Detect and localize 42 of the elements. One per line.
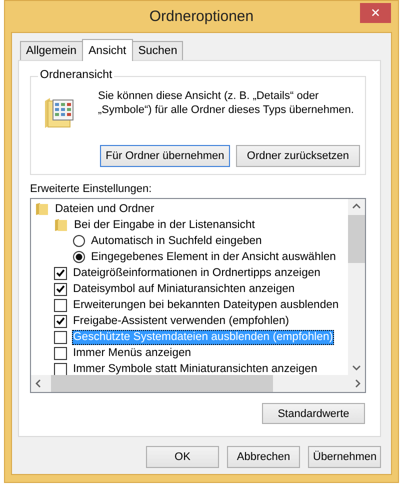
scroll-up-icon[interactable] xyxy=(352,203,361,209)
folder-icon xyxy=(35,202,49,216)
close-button[interactable]: ✕ xyxy=(360,3,391,23)
scroll-down-icon[interactable] xyxy=(352,365,361,371)
push-button[interactable]: Für Ordner übernehmen xyxy=(100,145,230,167)
folder-icon xyxy=(54,218,68,232)
description-text: Sie können diese Ansicht (z. B. „Details“ oder „Symbole“) für alle Ordner dieses Typs übernehmen. xyxy=(98,89,355,117)
dialog-button[interactable]: Übernehmen xyxy=(308,446,381,468)
setting-item[interactable]: Freigabe-Assistent verwenden (empfohlen) xyxy=(72,314,290,328)
tab[interactable]: Allgemein xyxy=(20,41,82,60)
restore-defaults-button[interactable]: Standardwerte xyxy=(262,403,365,424)
window-title: Ordneroptionen xyxy=(149,8,254,25)
checkbox[interactable] xyxy=(54,298,67,312)
tab[interactable]: Ansicht xyxy=(82,39,134,61)
setting-item[interactable]: Dateien und Ordner xyxy=(54,202,156,216)
setting-item[interactable]: Automatisch in Suchfeld eingeben xyxy=(90,234,263,248)
dialog-button[interactable]: Abbrechen xyxy=(227,446,300,468)
push-button[interactable]: Ordner zurücksetzen xyxy=(236,145,360,167)
tab[interactable]: Suchen xyxy=(132,41,184,60)
checkbox[interactable] xyxy=(54,314,67,328)
checkbox[interactable] xyxy=(54,282,67,296)
folder-view-icon xyxy=(44,97,74,129)
checkbox[interactable] xyxy=(54,362,67,376)
setting-item[interactable]: Eingegebenes Element in der Ansicht auswählen xyxy=(90,250,337,264)
setting-item[interactable]: Dateigrößeinformationen in Ordnertipps anzeigen xyxy=(72,266,322,280)
setting-item[interactable]: Erweiterungen bei bekannten Dateitypen ausblenden xyxy=(72,298,340,312)
scroll-left-icon[interactable] xyxy=(35,379,41,388)
scroll-right-icon[interactable] xyxy=(355,379,361,388)
radio-button[interactable] xyxy=(73,251,85,263)
checkbox[interactable] xyxy=(54,330,67,344)
radio-button[interactable] xyxy=(73,235,85,247)
dialog-button[interactable]: OK xyxy=(146,446,219,468)
setting-item[interactable]: Immer Symbole statt Miniaturansichten anzeigen xyxy=(72,362,318,376)
setting-item[interactable]: Immer Menüs anzeigen xyxy=(72,346,192,360)
vertical-scrollbar[interactable] xyxy=(348,199,365,375)
checkbox[interactable] xyxy=(54,346,67,360)
group-title: Ordneransicht xyxy=(38,69,114,81)
setting-item[interactable]: Dateisymbol auf Miniaturansichten anzeigen xyxy=(72,282,296,296)
section-label: Erweiterte Einstellungen: xyxy=(30,183,153,195)
setting-item[interactable]: Bei der Eingabe in der Listenansicht xyxy=(73,218,256,232)
horizontal-scrollbar[interactable] xyxy=(31,375,365,392)
checkbox[interactable] xyxy=(54,266,67,280)
